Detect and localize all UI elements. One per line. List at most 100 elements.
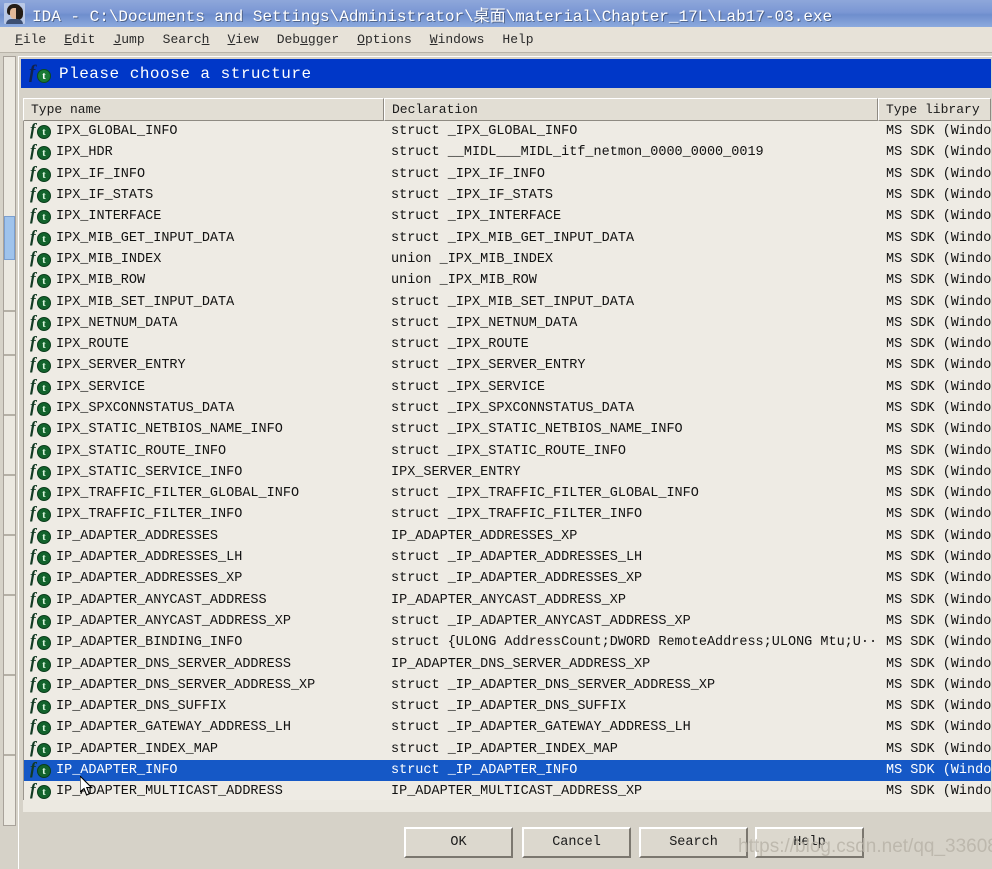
table-row[interactable]: f t IPX_NETNUM_DATA struct _IPX_NETNUM_DATA… xyxy=(24,312,991,334)
cell-declaration: struct _IPX_NETNUM_DATA xyxy=(391,315,578,331)
column-header-type-library[interactable]: Type library xyxy=(878,98,991,121)
cell-type-name: IP_ADAPTER_BINDING_INFO xyxy=(56,635,243,651)
table-row[interactable]: f t IPX_SERVER_ENTRY struct _IPX_SERVER_ENT… xyxy=(24,354,991,376)
cell-type-library: MS SDK (Windows xyxy=(886,145,991,161)
cell-type-name: IPX_ROUTE xyxy=(56,337,129,353)
cell-declaration: struct _IPX_STATIC_NETBIOS_NAME_INFO xyxy=(391,422,683,438)
table-row[interactable]: f t IP_ADAPTER_DNS_SUFFIX struct _IP_ADAPTE… xyxy=(24,695,991,717)
cell-declaration: struct _IPX_MIB_SET_INPUT_DATA xyxy=(391,294,635,310)
cell-type-library: MS SDK (Windows xyxy=(886,124,991,140)
menu-windows[interactable]: Windows xyxy=(421,30,494,49)
help-button[interactable]: Help xyxy=(755,827,864,858)
cell-type-name: IPX_STATIC_SERVICE_INFO xyxy=(56,464,243,480)
menu-options[interactable]: Options xyxy=(348,30,421,49)
type-icon: ft xyxy=(26,205,56,226)
menu-view[interactable]: View xyxy=(218,30,267,49)
menu-help[interactable]: Help xyxy=(493,30,542,49)
cell-declaration: struct _IP_ADAPTER_DNS_SUFFIX xyxy=(391,699,626,715)
table-row[interactable]: f t IP_ADAPTER_ADDRESSES IP_ADAPTER_ADDRESS… xyxy=(24,525,991,547)
table-row[interactable]: f t IPX_SPXCONNSTATUS_DATA struct _IPX_SPXC… xyxy=(24,397,991,419)
table-row[interactable]: f t IPX_IF_STATS struct _IPX_IF_STATS MS SDK… xyxy=(24,184,991,206)
type-icon: ft xyxy=(26,248,56,269)
cell-declaration: struct _IPX_MIB_GET_INPUT_DATA xyxy=(391,230,635,246)
table-row[interactable]: f t IP_ADAPTER_BINDING_INFO struct {ULONG A… xyxy=(24,631,991,653)
table-row[interactable]: f t IP_ADAPTER_GATEWAY_ADDRESS_LH struct _I… xyxy=(24,716,991,738)
type-icon: ft xyxy=(26,503,56,524)
table-row[interactable]: f t IPX_SERVICE struct _IPX_SERVICE MS SDK (… xyxy=(24,376,991,398)
vertical-scrollbar-thumb[interactable] xyxy=(4,216,15,260)
cell-type-library: MS SDK (Windows xyxy=(886,507,991,523)
cell-declaration: IP_ADAPTER_DNS_SERVER_ADDRESS_XP xyxy=(391,656,651,672)
table-row[interactable]: f t IP_ADAPTER_ANYCAST_ADDRESS_XP struct _I… xyxy=(24,610,991,632)
type-icon: ft xyxy=(26,141,56,162)
vertical-scrollbar-track[interactable] xyxy=(3,56,16,826)
cell-type-name: IP_ADAPTER_ANYCAST_ADDRESS xyxy=(56,592,267,608)
column-header-declaration[interactable]: Declaration xyxy=(384,98,878,121)
table-row[interactable]: f t IPX_GLOBAL_INFO struct _IPX_GLOBAL_INFO… xyxy=(24,121,991,142)
table-row[interactable]: f t IPX_MIB_GET_INPUT_DATA struct _IPX_MIB_… xyxy=(24,227,991,248)
table-row[interactable]: f t IP_ADAPTER_ANYCAST_ADDRESS IP_ADAPTER_A… xyxy=(24,589,991,611)
table-row[interactable]: f t IP_ADAPTER_DNS_SERVER_ADDRESS_XP struct… xyxy=(24,674,991,696)
window-title: IDA - C:\Documents and Settings\Administ… xyxy=(32,7,833,26)
table-row[interactable]: f t IPX_MIB_INDEX union _IPX_MIB_INDEX MS SD… xyxy=(24,248,991,270)
table-row[interactable]: f t IPX_HDR struct __MIDL___MIDL_itf_netmon… xyxy=(24,141,991,163)
dialog-title: Please choose a structure xyxy=(59,64,312,83)
menu-edit[interactable]: Edit xyxy=(55,30,104,49)
table-row[interactable]: f t IPX_STATIC_ROUTE_INFO struct _IPX_STATI… xyxy=(24,440,991,461)
cell-type-name: IP_ADAPTER_ADDRESSES_XP xyxy=(56,571,243,587)
cell-declaration: struct _IPX_STATIC_ROUTE_INFO xyxy=(391,443,626,459)
cell-type-library: MS SDK (Windows xyxy=(886,251,991,267)
cell-type-library: MS SDK (Windows xyxy=(886,784,991,800)
table-row[interactable]: f t IPX_MIB_ROW union _IPX_MIB_ROW MS SDK (W… xyxy=(24,269,991,291)
menu-file[interactable]: File xyxy=(6,30,55,49)
list-rows[interactable]: f t IPX_GLOBAL_INFO struct _IPX_GLOBAL_INFO… xyxy=(23,121,991,800)
cell-type-name: IPX_STATIC_ROUTE_INFO xyxy=(56,443,227,459)
cell-declaration: struct {ULONG AddressCount;DWORD RemoteA… xyxy=(391,635,879,651)
cell-type-library: MS SDK (Windows xyxy=(886,635,991,651)
type-icon: ft xyxy=(26,333,56,354)
type-icon: ft xyxy=(26,397,56,418)
table-row[interactable]: f t IPX_STATIC_NETBIOS_NAME_INFO struct _IP… xyxy=(24,418,991,440)
cell-type-name: IP_ADAPTER_ADDRESSES_LH xyxy=(56,550,243,566)
type-icon: ft xyxy=(26,269,56,290)
ok-button[interactable]: OK xyxy=(404,827,513,858)
cell-declaration: struct _IPX_SERVICE xyxy=(391,379,545,395)
cell-type-library: MS SDK (Windows xyxy=(886,379,991,395)
menu-jump[interactable]: Jump xyxy=(104,30,153,49)
table-row[interactable]: f t IP_ADAPTER_ADDRESSES_LH struct _IP_ADAP… xyxy=(24,546,991,568)
table-row[interactable]: f t IPX_TRAFFIC_FILTER_GLOBAL_INFO struct _… xyxy=(24,482,991,504)
column-header-type-name[interactable]: Type name xyxy=(23,98,384,121)
table-row[interactable]: f t IP_ADAPTER_INFO struct _IP_ADAPTER_INFO… xyxy=(24,759,991,782)
menu-search[interactable]: Search xyxy=(154,30,219,49)
menu-file-label-rest: ile xyxy=(22,32,47,47)
table-row[interactable]: f t IPX_TRAFFIC_FILTER_INFO struct _IPX_TRA… xyxy=(24,503,991,525)
cell-type-library: MS SDK (Windows xyxy=(886,699,991,715)
cell-type-name: IP_ADAPTER_INDEX_MAP xyxy=(56,741,219,757)
table-row[interactable]: f t IP_ADAPTER_MULTICAST_ADDRESS IP_ADAPTER… xyxy=(24,780,991,800)
search-button[interactable]: Search xyxy=(639,827,748,858)
table-row[interactable]: f t IPX_STATIC_SERVICE_INFO IPX_SERVER_ENTR… xyxy=(24,461,991,483)
cell-declaration: IP_ADAPTER_MULTICAST_ADDRESS_XP xyxy=(391,784,643,800)
cancel-button[interactable]: Cancel xyxy=(522,827,631,858)
cell-type-name: IPX_IF_STATS xyxy=(56,188,154,204)
table-row[interactable]: f t IP_ADAPTER_DNS_SERVER_ADDRESS IP_ADAPTE… xyxy=(24,653,991,674)
left-scroll-strip[interactable] xyxy=(0,54,20,869)
type-icon: ft xyxy=(26,631,56,652)
table-row[interactable]: f t IP_ADAPTER_ADDRESSES_XP struct _IP_ADAP… xyxy=(24,567,991,589)
menu-debugger[interactable]: Debugger xyxy=(268,30,348,49)
dialog-button-bar: OK Cancel Search Help xyxy=(19,812,992,869)
table-row[interactable]: f t IPX_ROUTE struct _IPX_ROUTE MS SDK (Wind… xyxy=(24,333,991,355)
cell-type-name: IP_ADAPTER_MULTICAST_ADDRESS xyxy=(56,784,283,800)
table-row[interactable]: f t IPX_IF_INFO struct _IPX_IF_INFO MS SDK (… xyxy=(24,163,991,185)
cell-type-library: MS SDK (Windows xyxy=(886,443,991,459)
type-icon: ft xyxy=(26,121,56,141)
cell-type-name: IPX_SERVICE xyxy=(56,379,146,395)
table-row[interactable]: f t IPX_MIB_SET_INPUT_DATA struct _IPX_MIB_… xyxy=(24,291,991,312)
table-row[interactable]: f t IP_ADAPTER_INDEX_MAP struct _IP_ADAPTER… xyxy=(24,738,991,760)
cell-type-library: MS SDK (Windows xyxy=(886,550,991,566)
cell-type-name: IPX_SPXCONNSTATUS_DATA xyxy=(56,401,235,416)
table-row[interactable]: f t IPX_INTERFACE struct _IPX_INTERFACE MS S… xyxy=(24,205,991,227)
cell-declaration: struct _IP_ADAPTER_ADDRESSES_LH xyxy=(391,550,643,566)
cell-type-name: IPX_NETNUM_DATA xyxy=(56,315,178,331)
cell-type-library: MS SDK (Windows xyxy=(886,166,991,182)
